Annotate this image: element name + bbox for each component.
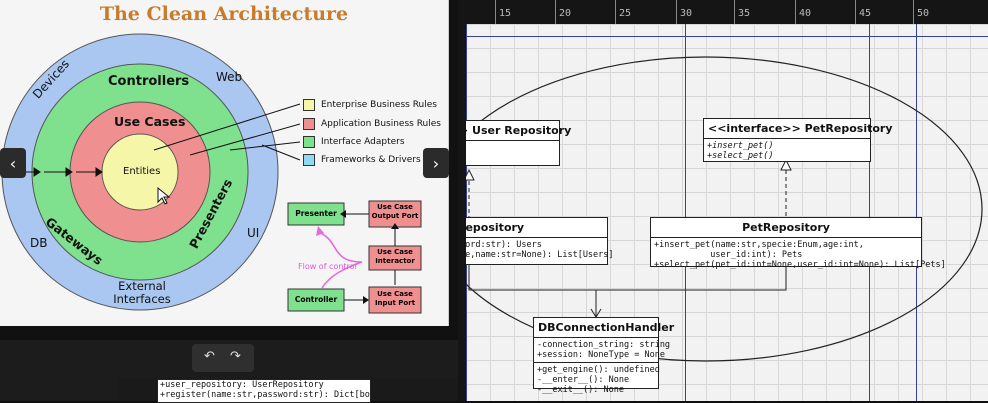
legend-label: Frameworks & Drivers — [321, 155, 421, 165]
class-methods: +get_engine(): undefined -__enter__(): N… — [534, 363, 660, 397]
legend-label: Interface Adapters — [321, 137, 405, 147]
slide-image: The Clean Architecture Devices Web DB UI… — [0, 0, 449, 326]
legend-swatch — [303, 118, 315, 130]
chevron-right-icon: › — [432, 153, 440, 173]
legend-label: Enterprise Business Rules — [321, 100, 437, 110]
legend-entry: Frameworks & Drivers — [303, 154, 421, 166]
flow-interactor-label: Use Case Interactor — [375, 248, 415, 265]
user-repository-class[interactable]: Repository word:str): Users ne,name:str=… — [466, 217, 614, 265]
dependency-line — [468, 264, 597, 316]
label-web: Web — [216, 70, 243, 84]
ruler-tick: 45 — [855, 0, 871, 24]
class-title: Repository — [466, 218, 607, 238]
flow-controller-label: Controller — [294, 295, 338, 304]
method-row: word:str): Users — [466, 240, 542, 250]
redo-icon[interactable]: ↷ — [230, 349, 241, 364]
method-row: -__exit__(): None — [537, 385, 624, 395]
legend-swatch — [303, 99, 315, 111]
attribute-row: -connection_string: string — [537, 340, 671, 350]
pet-repository-class[interactable]: PetRepository +insert_pet(name:str,speci… — [650, 217, 946, 270]
class-title: > User Repository — [466, 121, 571, 141]
label-ui: UI — [247, 226, 260, 240]
diagram-canvas[interactable]: > User Repository <<interface>> PetRepos… — [466, 24, 988, 401]
legend-entry: Enterprise Business Rules — [303, 99, 437, 111]
method-row: ne,name:str=None): List[Users] — [466, 250, 614, 260]
method-row: +insert_pet(name:str,specie:Enum,age:int… — [654, 240, 864, 250]
horizontal-ruler: 15 20 25 30 35 40 45 50 — [458, 0, 988, 25]
class-title: DBConnectionHandler — [534, 318, 674, 338]
slide-viewer: The Clean Architecture Devices Web DB UI… — [0, 0, 458, 340]
method-row: +get_engine(): undefined — [537, 365, 660, 375]
ruler-tick: 25 — [615, 0, 631, 24]
legend-swatch — [303, 154, 315, 166]
label-entities: Entities — [123, 166, 161, 177]
boundary-ellipse — [466, 56, 983, 362]
method-row: +select_pet() — [707, 151, 774, 161]
legend-entry: Interface Adapters — [303, 136, 405, 148]
previous-slide-button[interactable]: ‹ — [0, 148, 26, 178]
use-case-class-fragment[interactable]: +user_repository: UserRepository +regist… — [157, 379, 371, 403]
class-section — [466, 141, 559, 153]
ruler-tick: 20 — [555, 0, 571, 24]
next-slide-button[interactable]: › — [423, 148, 449, 178]
legend-entry: Application Business Rules — [303, 118, 441, 130]
method-row: +insert_pet() — [707, 141, 774, 151]
label-use-cases: Use Cases — [114, 114, 186, 129]
user-repository-interface[interactable]: > User Repository — [466, 120, 571, 166]
ruler-tick: 15 — [495, 0, 511, 24]
class-title: <<interface>> PetRepository — [704, 119, 893, 139]
class-methods: +insert_pet() +select_pet() — [704, 139, 870, 163]
flow-input-port-label: Use Case Input Port — [374, 290, 416, 307]
db-connection-handler-class[interactable]: DBConnectionHandler -connection_string: … — [533, 317, 674, 395]
flow-output-port-label: Use Case Output Port — [371, 203, 419, 220]
pet-repository-interface[interactable]: <<interface>> PetRepository +insert_pet(… — [703, 118, 893, 163]
flow-of-control-curve — [317, 231, 363, 263]
attribute-row: +session: NoneType = None — [537, 350, 665, 360]
class-methods: +insert_pet(name:str,specie:Enum,age:int… — [651, 238, 946, 272]
class-methods: word:str): Users ne,name:str=None): List… — [466, 238, 614, 262]
legend-label: Application Business Rules — [321, 119, 441, 129]
realization-arrowhead — [466, 168, 475, 181]
label-external-interfaces: External Interfaces — [113, 279, 171, 306]
chevron-left-icon: ‹ — [9, 153, 17, 173]
label-controllers: Controllers — [108, 74, 190, 89]
code-row: +register(name:str,password:str): Dict[b… — [160, 390, 371, 400]
ruler-tick: 50 — [913, 0, 929, 24]
ruler-tick: 40 — [795, 0, 811, 24]
flow-of-control-label: Flow of control — [298, 262, 357, 271]
undo-icon[interactable]: ↶ — [204, 349, 215, 364]
method-row: +select_pet(pet_id:int=None,user_id:int=… — [654, 260, 946, 270]
code-row: +user_repository: UserRepository — [160, 380, 324, 390]
label-db: DB — [30, 236, 48, 250]
ruler-tick: 35 — [734, 0, 750, 24]
diagram-editor: 15 20 25 30 35 40 45 50 > User Repositor… — [0, 0, 988, 403]
flow-presenter-label: Presenter — [295, 209, 337, 218]
method-row: -__enter__(): None — [537, 375, 630, 385]
ruler-tick: 30 — [676, 0, 692, 24]
class-attributes: -connection_string: string +session: Non… — [534, 338, 671, 363]
undo-redo-toolbar: ↶ ↷ — [192, 344, 254, 372]
method-row: user_id:int): Pets — [654, 250, 803, 260]
class-title: PetRepository — [651, 218, 921, 238]
legend-swatch — [303, 136, 315, 148]
